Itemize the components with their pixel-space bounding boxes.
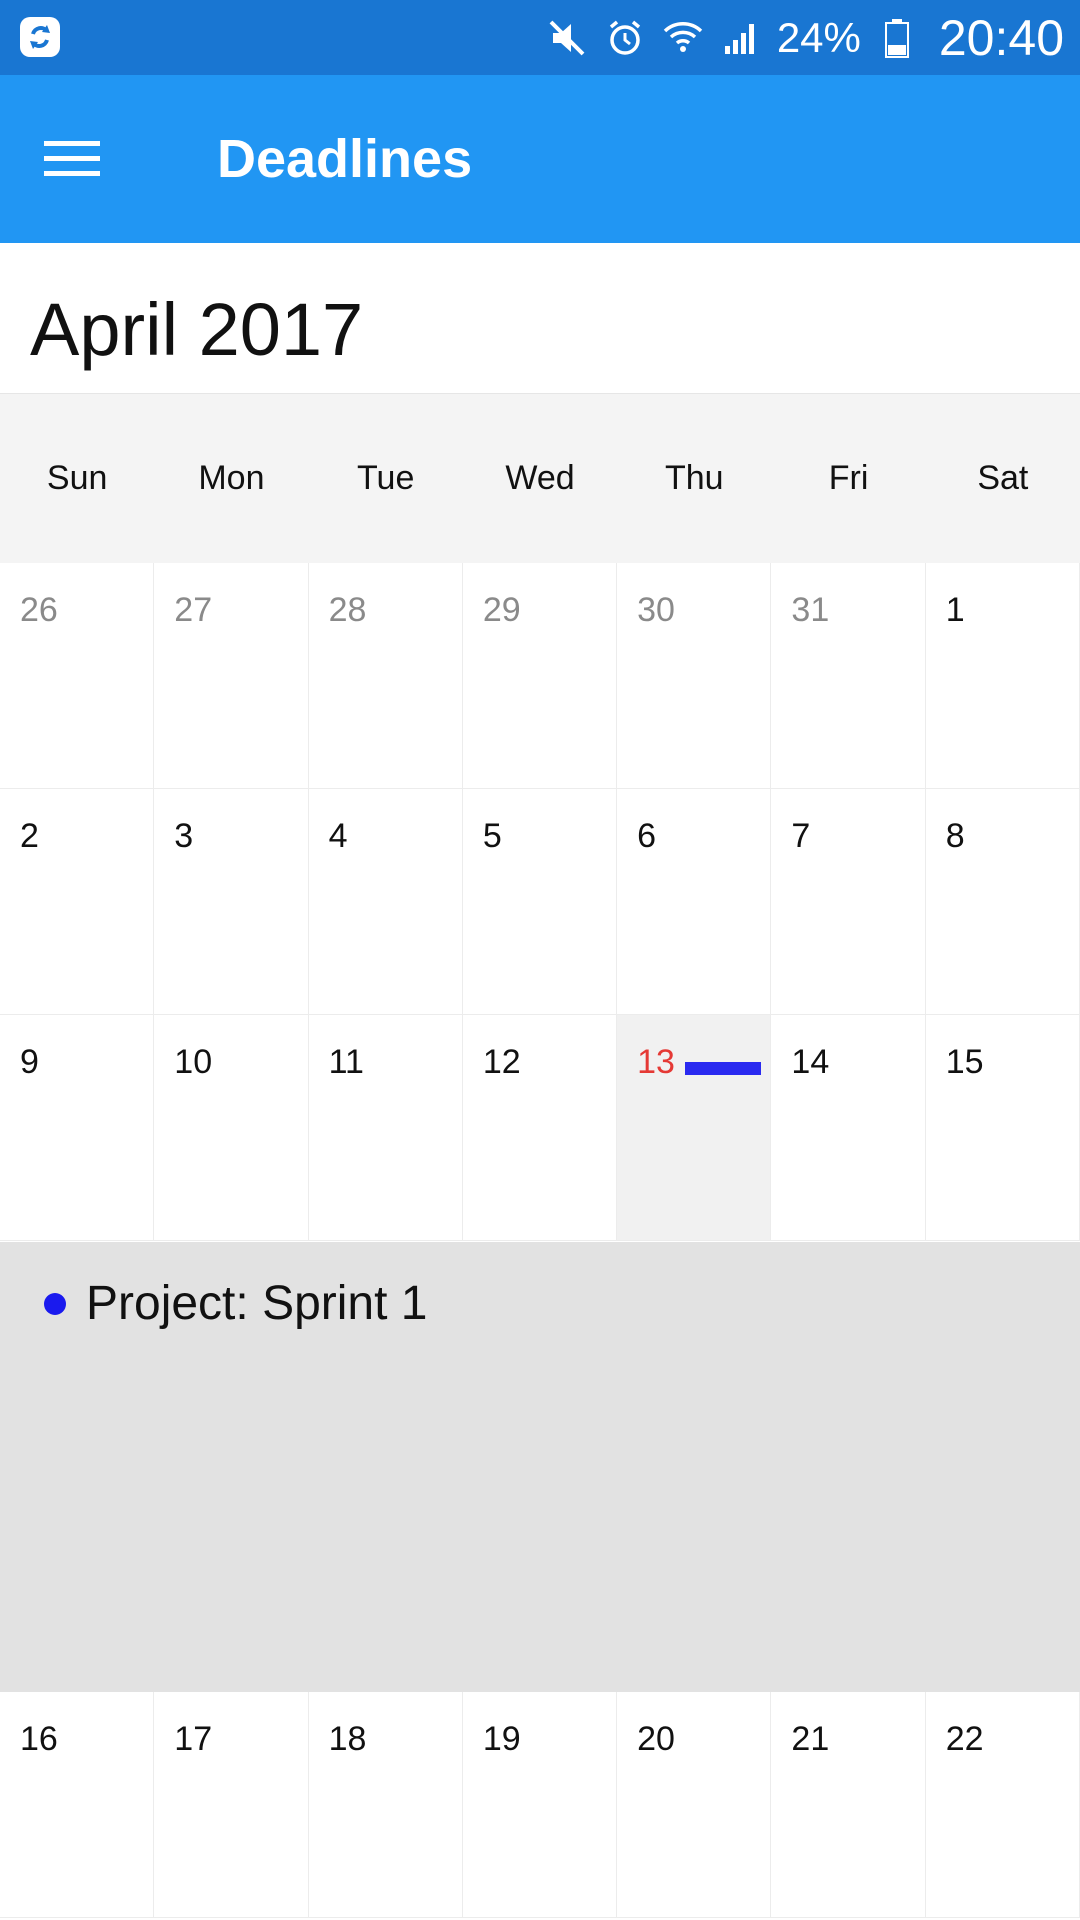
day-cell[interactable]: 2 bbox=[0, 789, 155, 1015]
day-cell[interactable]: 7 bbox=[770, 789, 926, 1015]
battery-percent: 24% bbox=[776, 13, 861, 61]
day-cell[interactable]: 10 bbox=[153, 1015, 309, 1241]
calendar-week-4: 16 17 18 19 20 21 22 bbox=[0, 1692, 1080, 1918]
day-number: 28 bbox=[328, 591, 367, 629]
day-number: 13 bbox=[637, 1043, 675, 1081]
day-number: 8 bbox=[945, 817, 965, 855]
month-header: April 2017 bbox=[0, 243, 1080, 393]
app-bar: Deadlines bbox=[0, 75, 1080, 243]
weekday-header: Sun Mon Tue Wed Thu Fri Sat bbox=[0, 393, 1080, 563]
day-number: 14 bbox=[791, 1043, 830, 1081]
day-number: 30 bbox=[637, 591, 675, 629]
day-cell[interactable]: 11 bbox=[307, 1015, 463, 1241]
weekday-thu: Thu bbox=[664, 459, 724, 497]
day-number: 15 bbox=[945, 1043, 984, 1081]
weekday-mon: Mon bbox=[198, 459, 265, 497]
day-cell[interactable]: 4 bbox=[307, 789, 463, 1015]
signal-icon bbox=[719, 16, 763, 60]
calendar-week-2: 2 3 4 5 6 7 8 bbox=[0, 789, 1080, 1015]
sync-app-icon bbox=[20, 17, 60, 57]
weekday-sat: Sat bbox=[977, 459, 1029, 497]
day-cell[interactable]: 20 bbox=[616, 1692, 772, 1918]
day-number: 10 bbox=[174, 1043, 213, 1081]
day-cell[interactable]: 1 bbox=[924, 563, 1080, 789]
month-title: April 2017 bbox=[30, 288, 364, 371]
day-cell[interactable]: 3 bbox=[153, 789, 309, 1015]
event-label: Project: Sprint 1 bbox=[86, 1277, 428, 1330]
weekday-tue: Tue bbox=[357, 459, 415, 497]
events-panel: Project: Sprint 1 bbox=[0, 1242, 1080, 1692]
day-number: 16 bbox=[20, 1720, 58, 1758]
day-cell[interactable]: 31 bbox=[770, 563, 926, 789]
day-number: 9 bbox=[20, 1043, 39, 1081]
status-bar: 24% 20:40 bbox=[0, 0, 1080, 75]
day-number: 26 bbox=[20, 591, 58, 629]
day-number: 20 bbox=[637, 1720, 675, 1758]
alarm-icon bbox=[603, 16, 647, 60]
day-cell[interactable]: 26 bbox=[0, 563, 155, 789]
hamburger-menu-icon bbox=[44, 141, 100, 176]
day-number: 18 bbox=[328, 1720, 367, 1758]
weekday-sun: Sun bbox=[46, 459, 108, 497]
status-clock: 20:40 bbox=[938, 9, 1064, 66]
day-number: 1 bbox=[945, 591, 965, 629]
day-cell[interactable]: 28 bbox=[307, 563, 463, 789]
app-title: Deadlines bbox=[217, 129, 473, 189]
day-number: 2 bbox=[20, 817, 39, 855]
event-dot-icon bbox=[44, 1292, 66, 1315]
day-cell[interactable]: 29 bbox=[461, 563, 618, 789]
day-number: 3 bbox=[174, 817, 194, 855]
day-number: 27 bbox=[174, 591, 213, 629]
day-cell[interactable]: 17 bbox=[153, 1692, 309, 1918]
battery-icon bbox=[875, 16, 919, 60]
day-number: 12 bbox=[482, 1043, 521, 1081]
day-cell[interactable]: 27 bbox=[153, 563, 309, 789]
event-item[interactable]: Project: Sprint 1 bbox=[44, 1276, 427, 1331]
event-indicator bbox=[685, 1062, 762, 1075]
day-number: 5 bbox=[482, 817, 502, 855]
day-number: 19 bbox=[482, 1720, 521, 1758]
day-number: 17 bbox=[174, 1720, 213, 1758]
day-cell[interactable]: 12 bbox=[461, 1015, 618, 1241]
day-cell[interactable]: 6 bbox=[616, 789, 772, 1015]
day-cell[interactable]: 19 bbox=[461, 1692, 618, 1918]
day-cell[interactable]: 16 bbox=[0, 1692, 155, 1918]
calendar-week-1: 26 27 28 29 30 31 1 bbox=[0, 563, 1080, 789]
day-cell[interactable]: 30 bbox=[616, 563, 772, 789]
mute-icon bbox=[545, 16, 589, 60]
day-cell[interactable]: 5 bbox=[461, 789, 618, 1015]
wifi-icon bbox=[661, 16, 705, 60]
day-number: 4 bbox=[328, 817, 348, 855]
menu-button[interactable] bbox=[30, 119, 114, 199]
day-cell[interactable]: 22 bbox=[924, 1692, 1080, 1918]
day-cell[interactable]: 14 bbox=[770, 1015, 926, 1241]
day-number: 22 bbox=[945, 1720, 984, 1758]
day-cell[interactable]: 18 bbox=[307, 1692, 463, 1918]
day-cell[interactable]: 21 bbox=[770, 1692, 926, 1918]
day-number: 31 bbox=[791, 591, 830, 629]
day-number: 29 bbox=[482, 591, 521, 629]
day-number: 21 bbox=[791, 1720, 830, 1758]
day-number: 11 bbox=[328, 1043, 364, 1081]
weekday-wed: Wed bbox=[505, 459, 575, 497]
weekday-fri: Fri bbox=[828, 459, 869, 497]
day-cell[interactable]: 15 bbox=[924, 1015, 1080, 1241]
calendar-week-3: 9 10 11 12 13 14 15 bbox=[0, 1015, 1080, 1241]
day-number: 7 bbox=[791, 817, 811, 855]
day-cell-today[interactable]: 13 bbox=[616, 1015, 772, 1241]
day-cell[interactable]: 8 bbox=[924, 789, 1080, 1015]
day-cell[interactable]: 9 bbox=[0, 1015, 155, 1241]
day-number: 6 bbox=[637, 817, 657, 855]
